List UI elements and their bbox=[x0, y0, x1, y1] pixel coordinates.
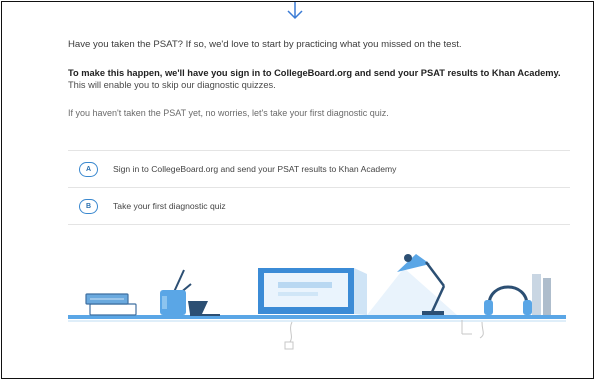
pencil-cup-icon bbox=[160, 269, 220, 316]
plan-bold-text: To make this happen, we'll have you sign… bbox=[68, 68, 561, 78]
monitor-icon bbox=[258, 268, 367, 350]
headphones-icon bbox=[479, 274, 551, 339]
option-b[interactable]: B Take your first diagnostic quiz bbox=[68, 187, 570, 225]
down-arrow-icon bbox=[287, 2, 303, 20]
plan-rest-text: This will enable you to skip our diagnos… bbox=[68, 80, 276, 90]
option-a[interactable]: A Sign in to CollegeBoard.org and send y… bbox=[68, 150, 570, 187]
option-a-letter: A bbox=[79, 161, 98, 177]
desk-illustration bbox=[68, 254, 566, 350]
option-a-label: Sign in to CollegeBoard.org and send you… bbox=[113, 164, 397, 174]
page-frame: Have you taken the PSAT? If so, we'd lov… bbox=[1, 1, 594, 379]
option-b-label: Take your first diagnostic quiz bbox=[113, 201, 226, 211]
psat-question: Have you taken the PSAT? If so, we'd lov… bbox=[68, 39, 462, 50]
option-list: A Sign in to CollegeBoard.org and send y… bbox=[68, 150, 570, 225]
option-b-letter: B bbox=[79, 198, 98, 214]
books-icon bbox=[85, 293, 137, 316]
plan-paragraph: To make this happen, we'll have you sign… bbox=[68, 67, 568, 91]
no-psat-paragraph: If you haven't taken the PSAT yet, no wo… bbox=[68, 108, 389, 118]
